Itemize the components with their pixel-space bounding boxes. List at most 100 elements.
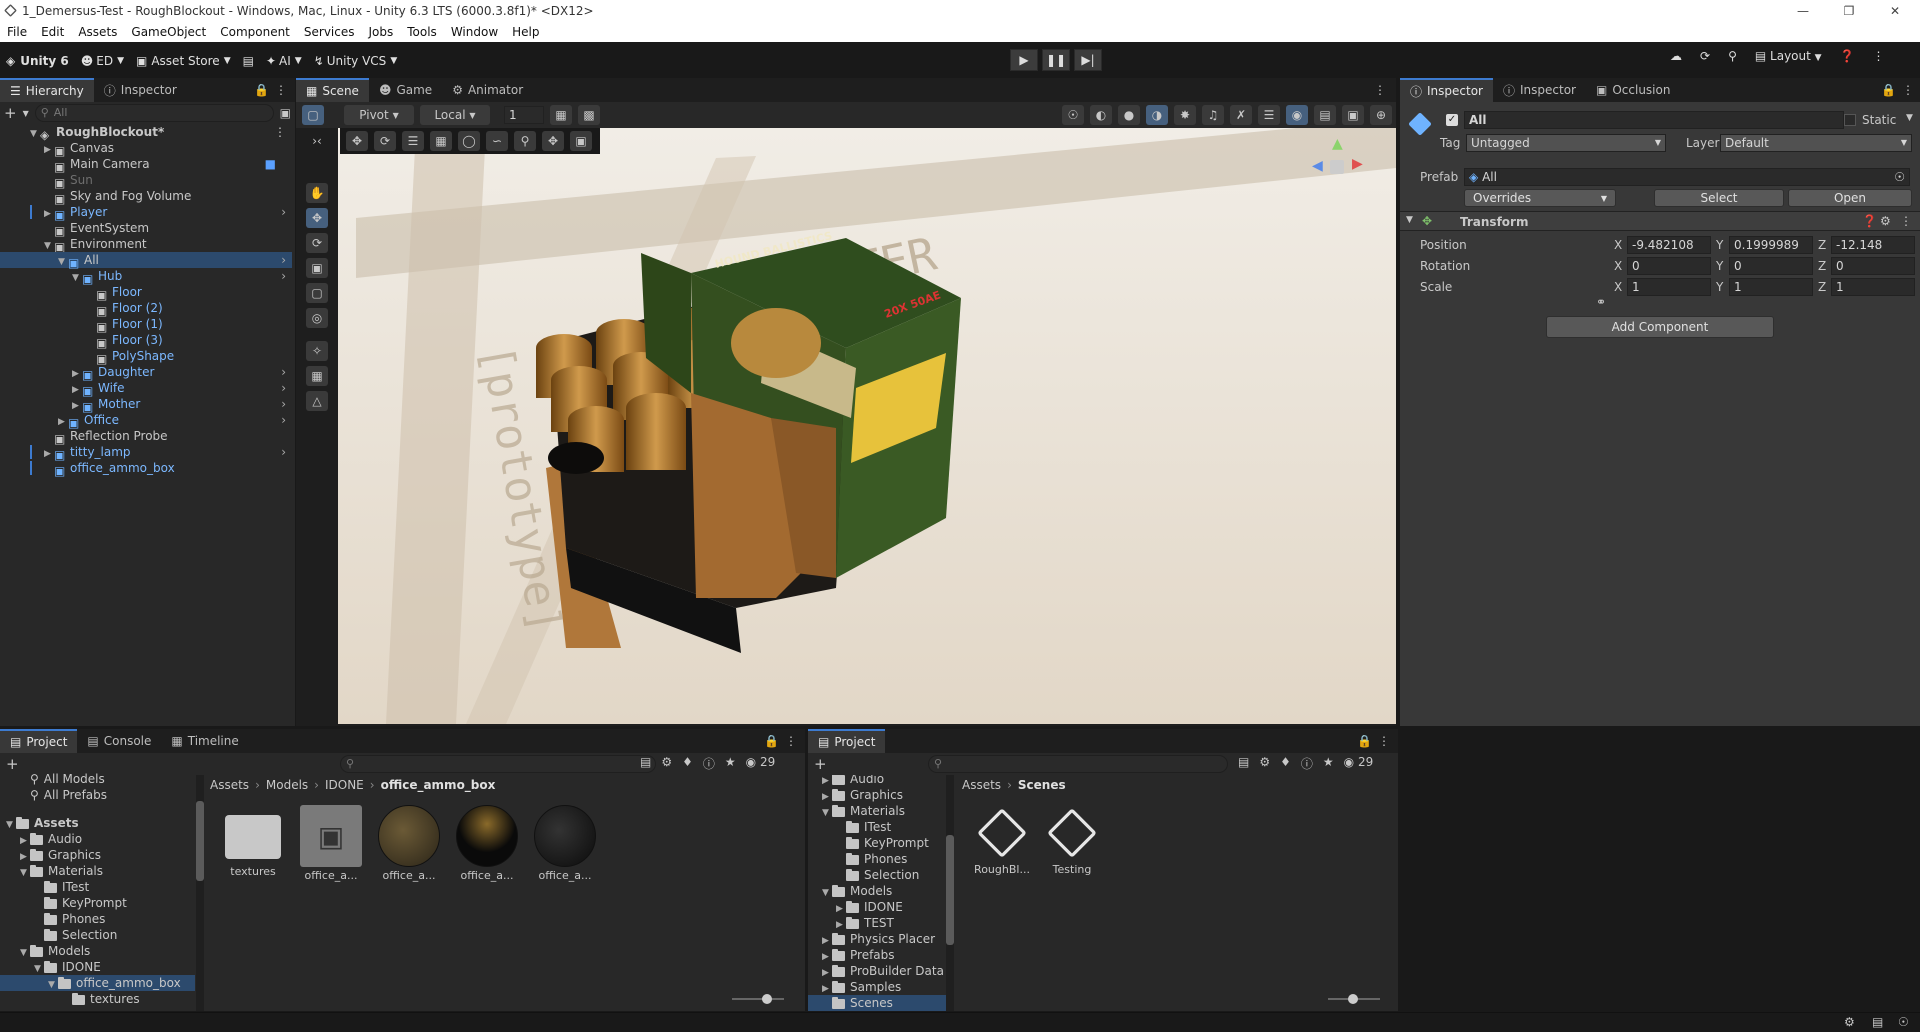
project-search-input[interactable]: ⚲: [340, 755, 656, 773]
scale-z-input[interactable]: 1: [1831, 278, 1915, 296]
history-icon[interactable]: ⟳: [1700, 49, 1710, 63]
layer-dropdown[interactable]: Default ▼: [1720, 134, 1912, 152]
project-tree-item[interactable]: ▶ Samples: [808, 979, 946, 995]
project-tree-item[interactable]: ▼ IDONE: [0, 959, 195, 975]
probuilder-icon[interactable]: ▦: [306, 366, 328, 386]
orientation-gizmo[interactable]: ▲ ▶ ◀: [1306, 136, 1366, 196]
package-icon[interactable]: ▤: [237, 50, 260, 72]
move-tool-icon[interactable]: ✥: [306, 208, 328, 228]
chevron-right-icon[interactable]: ›: [281, 444, 286, 460]
layout-dropdown[interactable]: ▤ Layout ▼: [1755, 49, 1822, 63]
cloud-icon[interactable]: ☁: [1670, 49, 1682, 63]
shading-icon[interactable]: ◐: [1090, 105, 1112, 125]
pause-button[interactable]: ❚❚: [1042, 49, 1070, 71]
favorite-item[interactable]: ⚲ All Models: [0, 771, 195, 787]
zoom-icon[interactable]: ⚲: [514, 131, 536, 151]
project-tree-item[interactable]: ITest: [808, 819, 946, 835]
menu-item-window[interactable]: Window: [444, 25, 505, 39]
rotation-z-input[interactable]: 0: [1831, 257, 1915, 275]
rotation-x-input[interactable]: 0: [1627, 257, 1711, 275]
hierarchy-row[interactable]: ▶ ▣ titty_lamp ›: [0, 444, 292, 462]
hierarchy-row[interactable]: ▼ ◈ RoughBlockout* ⋮: [0, 124, 292, 142]
pan-icon[interactable]: ✥: [542, 131, 564, 151]
hierarchy-row[interactable]: ▶ ▣ Wife ›: [0, 380, 292, 398]
hierarchy-row[interactable]: ▣ Floor: [0, 284, 292, 302]
fx-icon[interactable]: ✗: [1230, 105, 1252, 125]
tab-project-2[interactable]: ▤ Project: [808, 729, 886, 753]
menu-item-services[interactable]: Services: [297, 25, 362, 39]
step-button[interactable]: ▶|: [1074, 49, 1102, 71]
chevron-right-icon[interactable]: ›: [281, 268, 286, 284]
menu-item-jobs[interactable]: Jobs: [362, 25, 401, 39]
menu-item-assets[interactable]: Assets: [71, 25, 124, 39]
project-tree-item[interactable]: ▼ Assets: [0, 815, 195, 831]
scale-x-input[interactable]: 1: [1627, 278, 1711, 296]
project-tree-item[interactable]: ▼ Models: [0, 943, 195, 959]
project-tree-item[interactable]: KeyPrompt: [808, 835, 946, 851]
project-tree-item[interactable]: ▶ TEST: [808, 915, 946, 931]
prefab-field[interactable]: ◈ All ☉: [1464, 168, 1910, 186]
close-button[interactable]: ✕: [1872, 0, 1918, 22]
maximize-button[interactable]: ❐: [1826, 0, 1872, 22]
menu-item-tools[interactable]: Tools: [400, 25, 444, 39]
more-icon[interactable]: ⋮: [1900, 214, 1912, 228]
tab-console[interactable]: ▤ Console: [77, 729, 161, 753]
menu-item-edit[interactable]: Edit: [34, 25, 71, 39]
project-tree-item[interactable]: ▼ Materials: [808, 803, 946, 819]
project-tree-item[interactable]: ▶ Physics Placer: [808, 931, 946, 947]
asset-item[interactable]: office_a...: [532, 805, 598, 925]
project-tree-item[interactable]: ▶ Graphics: [0, 847, 195, 863]
chevron-down-icon[interactable]: ▼: [1906, 113, 1913, 123]
hierarchy-row[interactable]: ▼ ▣ Hub ›: [0, 268, 292, 286]
play-button[interactable]: ▶: [1010, 49, 1038, 71]
rect-tool-icon[interactable]: ▢: [306, 283, 328, 303]
project-tree-item[interactable]: Selection: [808, 867, 946, 883]
project-tree-item[interactable]: ▶ Graphics: [808, 787, 946, 803]
project-tree-item[interactable]: Phones: [0, 911, 195, 927]
scale-y-input[interactable]: 1: [1729, 278, 1813, 296]
position-y-input[interactable]: 0.1999989: [1729, 236, 1813, 254]
project-tree-item[interactable]: ▼ Materials: [0, 863, 195, 879]
more-icon[interactable]: ⋮: [1374, 83, 1386, 97]
screenshot-icon[interactable]: ▣: [570, 131, 592, 151]
chevron-right-icon[interactable]: ›: [281, 204, 286, 220]
ai-dropdown[interactable]: ✦ AI ▼: [260, 50, 308, 72]
scene-asset-item[interactable]: Testing: [1044, 805, 1100, 905]
scene-asset-item[interactable]: RoughBl...: [974, 805, 1030, 905]
vcs-dropdown[interactable]: ↯ Unity VCS ▼: [308, 50, 404, 72]
tab-scene[interactable]: ▦ Scene: [296, 78, 369, 102]
breadcrumb-item[interactable]: Assets: [962, 778, 1001, 792]
tab-hierarchy[interactable]: ☰ Hierarchy: [0, 78, 94, 102]
move-snap-icon[interactable]: ✥: [346, 131, 368, 151]
hierarchy-row[interactable]: ▣ Sky and Fog Volume: [0, 188, 292, 206]
lock-icon[interactable]: 🔒: [1881, 83, 1896, 97]
grid-snap-input[interactable]: 1: [504, 106, 544, 124]
lock-icon[interactable]: 🔒: [1357, 734, 1372, 748]
menu-item-file[interactable]: File: [0, 25, 34, 39]
link-scale-icon[interactable]: ⚭: [1596, 295, 1606, 309]
prefab-open-button[interactable]: Open: [1788, 189, 1912, 207]
filter-label-icon[interactable]: ⚙: [1259, 755, 1270, 772]
filter-type-icon[interactable]: ▤: [1238, 755, 1249, 772]
account-dropdown[interactable]: ☻ ED ▼: [75, 50, 130, 72]
project-tree-item[interactable]: ITest: [0, 879, 195, 895]
globe-icon[interactable]: ☉: [1062, 105, 1084, 125]
menu-item-gameobject[interactable]: GameObject: [124, 25, 213, 39]
favorite-icon[interactable]: ★: [725, 755, 736, 772]
project-tree-item[interactable]: ▶ ProBuilder Data: [808, 963, 946, 979]
tab-game[interactable]: ☻ Game: [369, 78, 442, 102]
hierarchy-row[interactable]: ▣ Sun: [0, 172, 292, 190]
zoom-slider-2[interactable]: [1328, 994, 1380, 1004]
preset-icon[interactable]: ⚙: [1880, 214, 1891, 228]
hierarchy-row[interactable]: ▣ EventSystem: [0, 220, 292, 238]
tab-inspector-left[interactable]: ⓘ Inspector: [94, 78, 187, 102]
project-tree-item[interactable]: Phones: [808, 851, 946, 867]
project-tree-item[interactable]: ▼ office_ammo_box: [0, 975, 195, 991]
tag-dropdown[interactable]: Untagged ▼: [1466, 134, 1666, 152]
hierarchy-row[interactable]: ▼ ▣ All ›: [0, 252, 292, 270]
hierarchy-row[interactable]: ▣ office_ammo_box: [0, 460, 292, 478]
rotate-tool-icon[interactable]: ⟳: [306, 233, 328, 253]
scale-tool-icon[interactable]: ▣: [306, 258, 328, 278]
tag-icon[interactable]: ♦: [1280, 755, 1291, 772]
chevron-right-icon[interactable]: ›: [281, 252, 286, 268]
